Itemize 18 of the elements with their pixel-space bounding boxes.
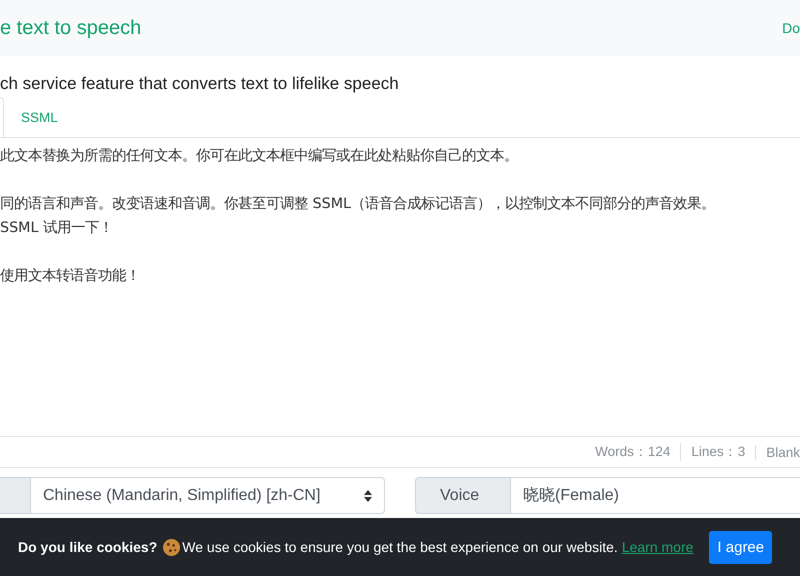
language-select[interactable]: Chinese (Mandarin, Simplified) [zh-CN] <box>30 477 385 514</box>
cookie-message: We use cookies to ensure you get the best experience on our website. <box>182 539 618 555</box>
stat-label: Lines：3 <box>680 443 746 461</box>
text-input[interactable]: 此文本替换为所需的任何文本。你可在此文本框中编写或在此处粘贴你自己的文本。 同的语言和声音。改变语速和音调。你甚至可调整 SSML（语音合成标记语言），以控制文本不同部分的声音效果。 SSML 试用一下！ 使用文本转语音功能！ <box>0 138 800 437</box>
cookie-heading: Do you like cookies? <box>18 539 158 555</box>
select-label <box>0 477 30 514</box>
voice-select[interactable]: 晓晓(Female) <box>510 477 800 514</box>
stat-label: Words：124 <box>594 443 670 461</box>
cookie-icon <box>163 538 180 556</box>
nav-link[interactable]: Do <box>782 20 800 36</box>
learn-more-link[interactable]: Learn more <box>622 539 694 555</box>
select-label: Voice <box>415 477 510 514</box>
caret-icon <box>364 490 372 502</box>
tab[interactable]: SSML <box>4 97 75 137</box>
page-subtitle: ch service feature that converts text to lifelike speech <box>0 73 400 95</box>
agree-button[interactable]: I agree <box>709 530 772 564</box>
page-title: e text to speech <box>0 16 142 40</box>
stat-label: Blank <box>755 444 800 460</box>
